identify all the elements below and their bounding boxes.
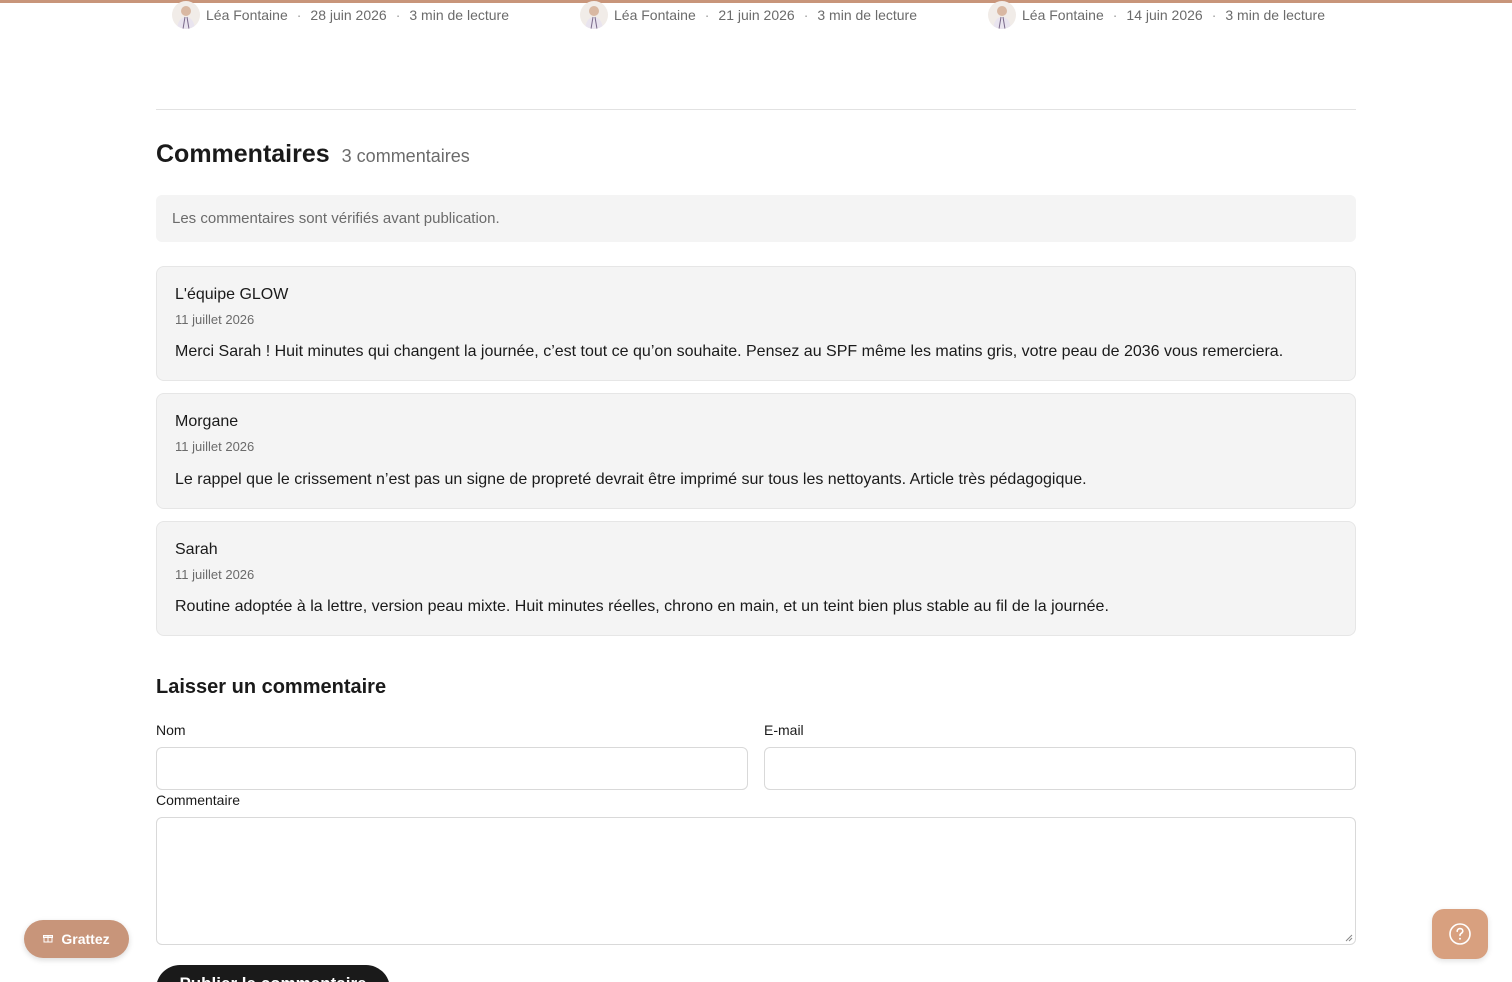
comment-author: Morgane — [175, 413, 239, 430]
comment-body: Merci Sarah ! Huit minutes qui changent … — [175, 343, 1284, 360]
comment-author: L'équipe GLOW — [175, 286, 289, 303]
related-post-meta: Léa Fontaine · 28 juin 2026 · 3 min de l… — [172, 1, 509, 29]
meta-separator: · — [296, 7, 302, 23]
comment-textarea[interactable] — [156, 817, 1356, 945]
author-name: Léa Fontaine — [614, 7, 696, 23]
comment-author: Sarah — [175, 541, 218, 558]
comment-date: 11 juillet 2026 — [175, 312, 255, 327]
meta-separator: · — [803, 7, 809, 23]
grattez-button[interactable]: Grattez — [24, 920, 129, 958]
gift-icon — [43, 933, 54, 946]
author-name: Léa Fontaine — [1022, 7, 1104, 23]
name-label: Nom — [156, 722, 186, 738]
resize-grip-icon[interactable] — [1345, 934, 1353, 942]
help-button[interactable] — [1432, 909, 1488, 959]
comments-count: 3 commentaires — [341, 146, 470, 166]
comment-card: Sarah 11 juillet 2026 Routine adoptée à … — [156, 521, 1356, 636]
comment-form-title: Laisser un commentaire — [156, 676, 387, 698]
name-input[interactable] — [156, 747, 748, 790]
comments-header: Commentaires 3 commentaires — [156, 140, 470, 169]
email-label: E-mail — [764, 722, 804, 738]
author-name: Léa Fontaine — [206, 7, 288, 23]
meta-separator: · — [395, 7, 401, 23]
moderation-notice: Les commentaires sont vérifiés avant pub… — [156, 195, 1356, 242]
section-divider — [156, 109, 1356, 110]
comment-label: Commentaire — [156, 792, 241, 808]
read-time: 3 min de lecture — [409, 7, 509, 23]
related-posts-meta-row: Léa Fontaine · 28 juin 2026 · 3 min de l… — [0, 0, 1512, 30]
related-post-meta: Léa Fontaine · 14 juin 2026 · 3 min de l… — [988, 1, 1325, 29]
author-avatar — [988, 1, 1016, 29]
post-date: 14 juin 2026 — [1126, 7, 1203, 23]
post-date: 21 juin 2026 — [718, 7, 795, 23]
author-avatar — [580, 1, 608, 29]
email-input[interactable] — [764, 747, 1356, 790]
comment-date: 11 juillet 2026 — [175, 439, 255, 454]
author-avatar — [172, 1, 200, 29]
comment-body: Routine adoptée à la lettre, version pea… — [175, 598, 1109, 615]
meta-separator: · — [1211, 7, 1217, 23]
meta-separator: · — [1112, 7, 1118, 23]
comment-card: Morgane 11 juillet 2026 Le rappel que le… — [156, 393, 1356, 509]
question-circle-icon — [1449, 923, 1471, 945]
comment-card: L'équipe GLOW 11 juillet 2026 Merci Sara… — [156, 266, 1356, 381]
submit-comment-button[interactable]: Publier le commentaire — [156, 965, 390, 982]
post-date: 28 juin 2026 — [310, 7, 387, 23]
meta-separator: · — [704, 7, 710, 23]
grattez-label: Grattez — [61, 931, 110, 947]
related-post-meta: Léa Fontaine · 21 juin 2026 · 3 min de l… — [580, 1, 917, 29]
comments-title: Commentaires — [156, 140, 330, 168]
comment-date: 11 juillet 2026 — [175, 567, 255, 582]
read-time: 3 min de lecture — [817, 7, 917, 23]
read-time: 3 min de lecture — [1225, 7, 1325, 23]
comment-body: Le rappel que le crissement n’est pas un… — [175, 471, 1087, 488]
